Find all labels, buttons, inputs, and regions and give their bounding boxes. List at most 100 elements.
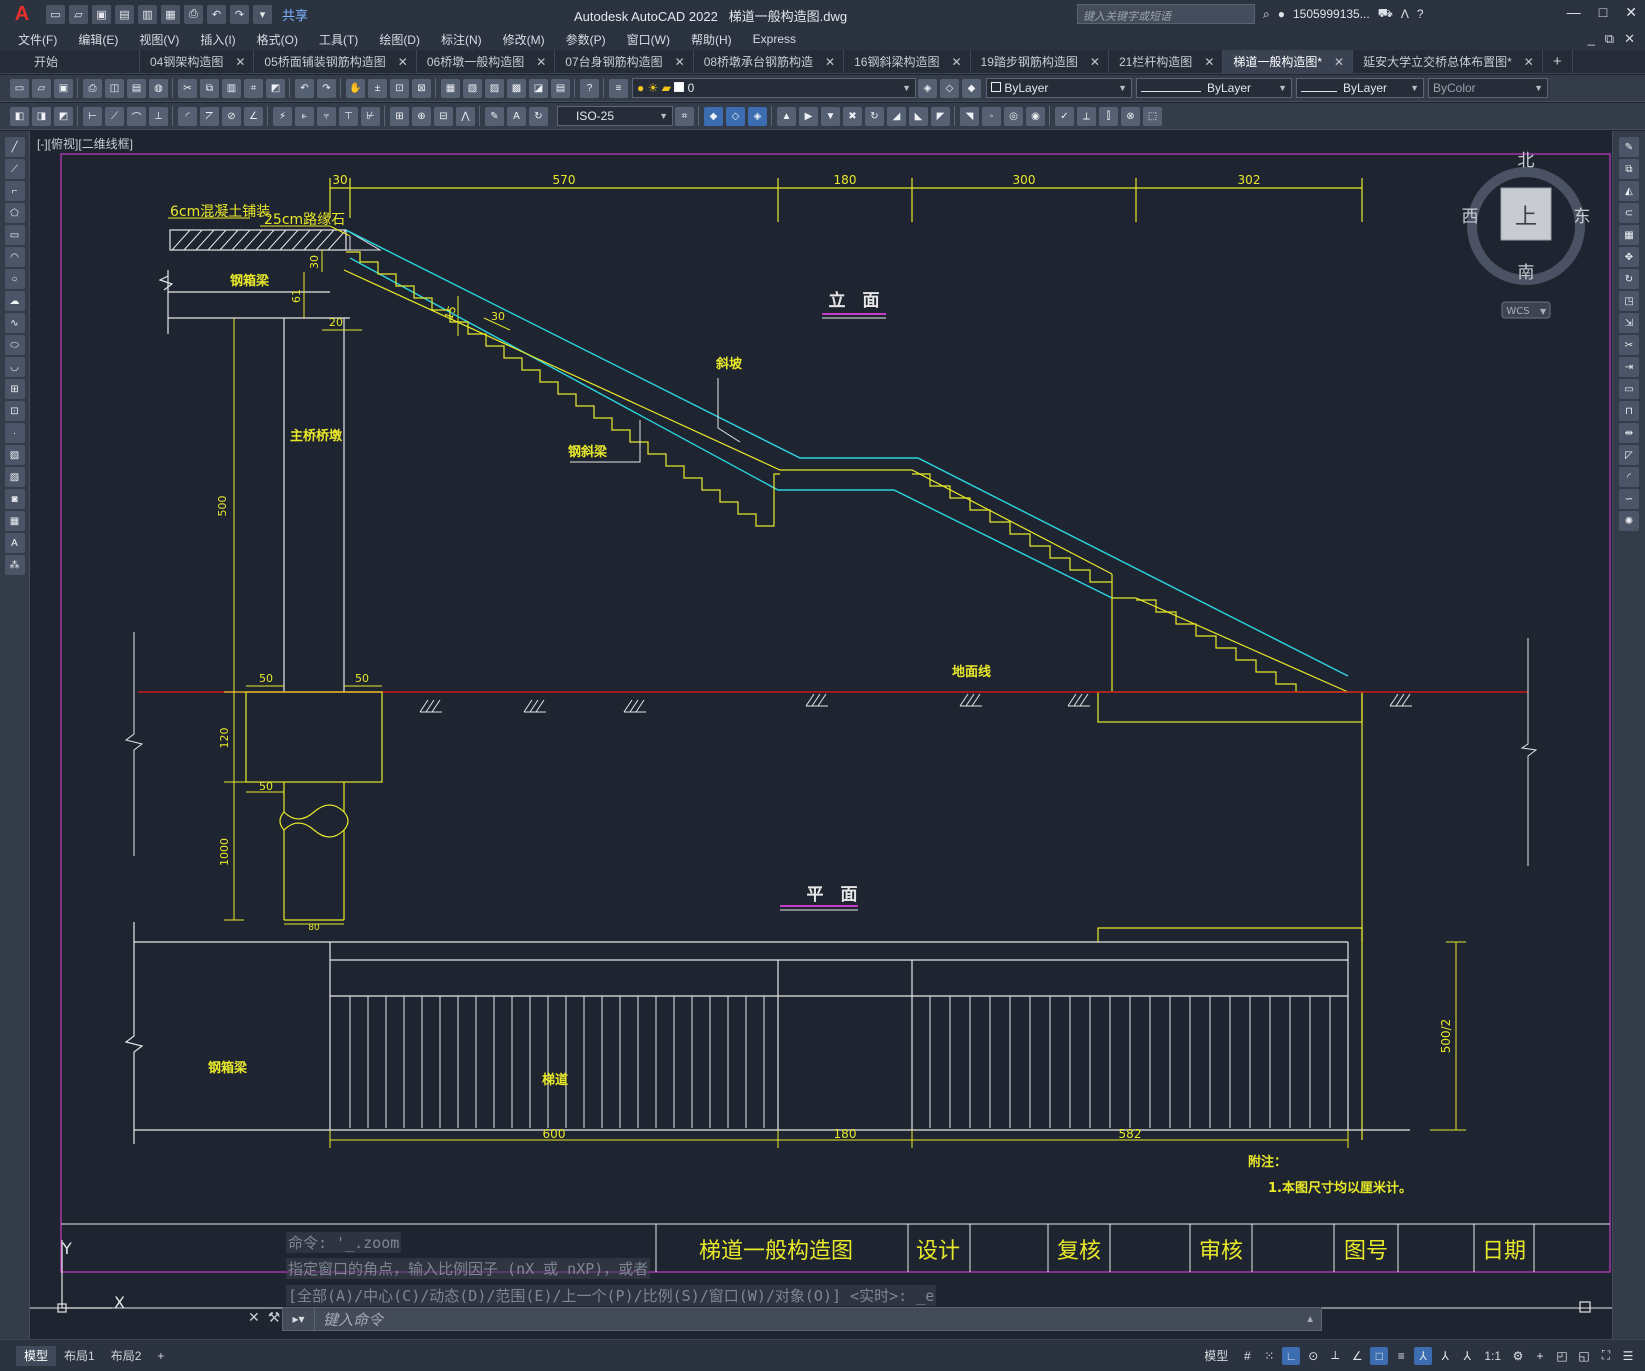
grid-icon[interactable]: # [1238,1347,1256,1365]
zoom-realtime-icon[interactable]: ± [368,78,387,98]
calculator-icon[interactable]: ▤ [551,78,570,98]
maximize-button[interactable]: □ [1599,4,1607,21]
extrude-faces-icon[interactable]: ▲ [777,106,796,126]
plus-icon[interactable]: + [1531,1347,1549,1365]
polar-icon[interactable]: ⊙ [1304,1347,1322,1365]
close-button[interactable]: ✕ [1625,4,1637,21]
chevron-down-icon[interactable]: ▼ [1540,307,1547,316]
draw-order-icon[interactable]: ◧ [10,106,29,126]
help-icon[interactable]: ? [580,78,599,98]
snap-icon[interactable]: ⁙ [1260,1347,1278,1365]
dim-space-icon[interactable]: ⊤ [339,106,358,126]
check-icon[interactable]: ✓ [1055,106,1074,126]
close-icon[interactable]: ✕ [825,55,835,69]
save-as-icon[interactable]: ▤ [115,4,134,24]
add-layout-button[interactable]: + [149,1346,172,1366]
join-icon[interactable]: ⇹ [1619,423,1639,443]
extend-icon[interactable]: ⇥ [1619,357,1639,377]
doc-restore-button[interactable]: ⧉ [1605,31,1614,47]
layout-tab-model[interactable]: 模型 [16,1345,57,1366]
close-icon[interactable]: ✕ [1204,55,1214,69]
scale-icon[interactable]: ◳ [1619,291,1639,311]
cut-icon[interactable]: ✂ [178,78,197,98]
blend-curves-icon[interactable]: ∽ [1619,489,1639,509]
layer-dropdown[interactable]: ● ☀ ▰ 0 ▼ [632,78,916,98]
search-input[interactable]: 键入关键字或短语 [1077,4,1255,24]
doc-minimize-button[interactable]: _ [1588,31,1595,47]
menu-view[interactable]: 视图(V) [139,31,179,48]
menu-insert[interactable]: 插入(I) [200,31,235,48]
bring-text-front-icon[interactable]: ◩ [54,106,73,126]
dimstyle-manager-icon[interactable]: ⌗ [675,106,694,126]
share-button[interactable]: 共享 [282,5,308,24]
isodraft-icon[interactable]: ⟂ [1326,1347,1344,1365]
make-block-icon[interactable]: ⊡ [4,401,25,421]
lock-icon[interactable]: ▰ [662,81,671,95]
object-snap-icon[interactable]: □ [1370,1346,1389,1365]
arc-icon[interactable]: ◠ [4,247,25,267]
annotation-scale-icon[interactable]: ⅄ [1458,1347,1476,1365]
new-file-icon[interactable]: ▭ [46,4,65,24]
viewcube-face-top[interactable]: 上 [1515,205,1537,230]
lineweight-icon[interactable]: ≡ [1392,1347,1410,1365]
revision-cloud-icon[interactable]: ☁ [4,291,25,311]
separate-icon[interactable]: ◎ [1004,106,1023,126]
slice-icon[interactable]: ⟂ [1077,106,1096,126]
menu-help[interactable]: 帮助(H) [691,31,732,48]
erase-icon[interactable]: ✎ [1619,137,1639,157]
region-icon[interactable]: ◙ [4,489,25,509]
rotate-icon[interactable]: ↻ [1619,269,1639,289]
menu-edit[interactable]: 编辑(E) [78,31,118,48]
imprint-icon[interactable]: ◥ [960,106,979,126]
quick-dim-icon[interactable]: ⚡ [273,106,292,126]
table-icon[interactable]: ▦ [4,511,25,531]
properties-icon[interactable]: ▦ [441,78,460,98]
magnifier-icon[interactable]: ⌕ [1263,7,1270,22]
sun-icon[interactable]: ☀ [648,81,659,95]
command-history-icon[interactable]: ▸▾ [283,1308,315,1330]
ortho-icon[interactable]: ∟ [1282,1346,1301,1365]
make-current-layer-icon[interactable]: ◈ [918,78,937,98]
open-file-icon[interactable]: ▱ [69,4,88,24]
viewcube-south[interactable]: 南 [1518,263,1535,283]
hatch-icon[interactable]: ▨ [4,445,25,465]
angular-dim-icon[interactable]: ∠ [244,106,263,126]
doc-close-button[interactable]: ✕ [1624,31,1635,47]
diameter-dim-icon[interactable]: ⊘ [222,106,241,126]
close-icon[interactable]: ✕ [235,55,245,69]
break-icon[interactable]: ⊓ [1619,401,1639,421]
linear-dim-icon[interactable]: ⊢ [83,106,102,126]
delete-faces-icon[interactable]: ✖ [843,106,862,126]
annotation-scale-value[interactable]: 1:1 [1484,1349,1501,1363]
linetype-dropdown[interactable]: ByLayer ▼ [1136,78,1292,98]
rectangle-icon[interactable]: ▭ [4,225,25,245]
section-icon[interactable]: ⫿ [1099,106,1118,126]
tab-stairway-active[interactable]: 梯道一般构造图* ✕ [1223,50,1354,73]
radius-dim-icon[interactable]: ◜ [178,106,197,126]
ordinate-dim-icon[interactable]: ⊥ [149,106,168,126]
user-name[interactable]: 1505999135... [1293,7,1370,21]
cart-icon[interactable]: ⛟ [1378,6,1393,22]
autodesk-account-icon[interactable]: Ʌ [1401,7,1409,21]
menu-dimension[interactable]: 标注(N) [441,31,482,48]
tab-start[interactable]: 开始 [0,50,140,73]
solid-intersect-icon[interactable]: ◈ [748,106,767,126]
user-account[interactable]: ⌕ ● 1505999135... ⛟ Ʌ ? [1263,6,1424,22]
close-icon[interactable]: ✕ [675,55,685,69]
tab-overall-layout[interactable]: 延安大学立交桥总体布置图* ✕ [1353,50,1543,73]
center-mark-icon[interactable]: ⊕ [412,106,431,126]
tab-21[interactable]: 21栏杆构造图 ✕ [1109,50,1224,73]
open-icon[interactable]: ▱ [32,78,51,98]
hardware-acceleration-icon[interactable]: ◰ [1553,1347,1571,1365]
ellipse-icon[interactable]: ⬭ [4,335,25,355]
save-icon[interactable]: ▣ [92,4,111,24]
dimstyle-dropdown[interactable]: ISO-25 ▼ [557,106,673,126]
export-icon[interactable]: ▦ [161,4,180,24]
multiline-text-icon[interactable]: A [4,533,25,553]
close-command-line-icon[interactable]: ✕ [248,1309,260,1326]
undo-icon[interactable]: ↶ [295,78,314,98]
color-dropdown[interactable]: ByLayer ▼ [986,78,1132,98]
tab-19[interactable]: 19踏步钢筋构造图 ✕ [971,50,1109,73]
publish-icon[interactable]: ▤ [127,78,146,98]
save-icon[interactable]: ▣ [54,78,73,98]
